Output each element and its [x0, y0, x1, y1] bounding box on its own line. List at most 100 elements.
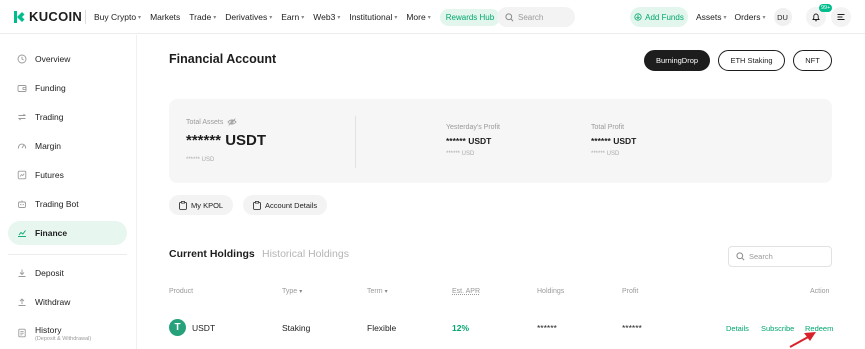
nav-orders[interactable]: Orders ▾ — [735, 12, 766, 22]
withdraw-icon — [17, 297, 27, 307]
account-details-button[interactable]: Account Details — [243, 195, 328, 215]
details-link[interactable]: Details — [726, 324, 749, 333]
kucoin-logo[interactable]: KUCOIN — [12, 9, 82, 24]
column-header-profit: Profit — [622, 288, 638, 295]
clipboard-icon — [179, 200, 187, 210]
nav-trade[interactable]: Trade ▾ — [189, 12, 216, 22]
nav-assets[interactable]: Assets ▾ — [696, 12, 727, 22]
history-icon — [17, 328, 27, 338]
row-coin: USDT — [192, 323, 216, 333]
account-nav: Assets ▾ Orders ▾ DU — [696, 0, 792, 34]
sidebar-item-overview[interactable]: Overview — [8, 47, 127, 71]
column-label: Type — [282, 288, 298, 295]
total-profit-value: ****** USDT — [591, 136, 637, 146]
nav-label: Web3 — [313, 12, 336, 22]
chevron-down-icon: ▾ — [269, 14, 273, 21]
sidebar-item-margin[interactable]: Margin — [8, 134, 127, 158]
burningdrop-button[interactable]: BurningDrop — [644, 50, 710, 71]
user-avatar[interactable]: DU — [773, 8, 792, 26]
row-apr: 12% — [452, 323, 470, 333]
sidebar-item-finance[interactable]: Finance — [8, 221, 127, 245]
search-icon — [736, 252, 745, 261]
sidebar-item-history[interactable]: History (Deposit & Withdrawal) — [8, 319, 127, 347]
my-kpol-button[interactable]: My KPOL — [169, 195, 234, 215]
sidebar-item-futures[interactable]: Futures — [8, 163, 127, 187]
column-label: Est. APR — [452, 288, 481, 295]
add-funds-button[interactable]: Add Funds — [630, 7, 688, 27]
nav-earn[interactable]: Earn ▾ — [281, 12, 304, 22]
sidebar-item-history-text: History (Deposit & Withdrawal) — [35, 325, 91, 342]
total-assets-label: Total Assets — [186, 118, 224, 126]
chevron-down-icon: ▾ — [762, 14, 766, 21]
page-title: Financial Account — [169, 52, 277, 66]
gauge-icon — [17, 141, 27, 151]
nav-institutional[interactable]: Institutional ▾ — [349, 12, 397, 22]
annotation-arrow-icon — [789, 332, 816, 348]
column-header-type[interactable]: Type ▾ — [282, 288, 302, 295]
tab-current-holdings[interactable]: Current Holdings — [169, 248, 255, 260]
sidebar-item-trading[interactable]: Trading — [8, 105, 127, 129]
sidebar-item-deposit[interactable]: Deposit — [8, 261, 127, 285]
sidebar-item-label: Overview — [35, 54, 71, 64]
row-term: Flexible — [367, 323, 397, 333]
sidebar-item-label: Finance — [35, 228, 68, 238]
assets-summary-card — [169, 99, 832, 183]
column-header-product: Product — [169, 288, 193, 295]
search-placeholder: Search — [518, 12, 544, 22]
menu-button[interactable] — [831, 7, 851, 27]
sidebar-border — [136, 35, 137, 349]
sidebar-item-label: Funding — [35, 83, 66, 93]
column-header-action: Action — [810, 288, 829, 295]
finance-icon — [17, 228, 27, 238]
sidebar-item-funding[interactable]: Funding — [8, 76, 127, 100]
column-header-est-apr: Est. APR — [452, 288, 480, 295]
sidebar-item-trading-bot[interactable]: Trading Bot — [8, 192, 127, 216]
rewards-hub-button[interactable]: Rewards Hub — [439, 8, 501, 26]
sidebar-item-label: Deposit — [35, 268, 64, 278]
clock-icon — [17, 54, 27, 64]
sidebar-item-label: Trading — [35, 112, 64, 122]
column-header-holdings: Holdings — [537, 288, 564, 295]
sidebar-item-sublabel: (Deposit & Withdrawal) — [35, 335, 92, 342]
nft-button[interactable]: NFT — [793, 50, 832, 71]
hamburger-icon — [837, 14, 845, 20]
eth-staking-button[interactable]: ETH Staking — [718, 50, 785, 71]
chevron-down-icon: ▾ — [301, 14, 305, 21]
sort-dropdown-icon: ▾ — [299, 289, 303, 295]
total-profit-usd: ****** USD — [591, 151, 620, 157]
column-label: Profit — [622, 288, 639, 295]
sidebar-item-label: Margin — [35, 141, 61, 151]
total-profit-label: Total Profit — [591, 124, 625, 131]
total-assets-usd: ****** USD — [186, 157, 215, 163]
holdings-search-input[interactable]: Search — [728, 246, 832, 267]
sidebar: Overview Funding Trading Margin Futures … — [0, 35, 136, 349]
nav-label: Derivatives — [225, 12, 268, 22]
nav-web3[interactable]: Web3 ▾ — [313, 12, 340, 22]
tab-historical-holdings[interactable]: Historical Holdings — [262, 248, 349, 260]
sidebar-item-withdraw[interactable]: Withdraw — [8, 290, 127, 314]
nav-derivatives[interactable]: Derivatives ▾ — [225, 12, 272, 22]
global-search-input[interactable]: Search — [497, 7, 575, 27]
nav-label: More — [406, 12, 426, 22]
sidebar-item-label: Trading Bot — [35, 199, 79, 209]
nav-label: Assets — [696, 12, 722, 22]
futures-icon — [17, 170, 27, 180]
nav-more[interactable]: More ▾ — [406, 12, 430, 22]
column-label: Action — [810, 288, 830, 295]
nav-label: Trade — [189, 12, 212, 22]
kucoin-logo-icon — [14, 10, 25, 23]
bell-icon — [812, 13, 820, 22]
nav-separator — [85, 10, 86, 24]
card-divider — [355, 116, 356, 168]
nav-buy-crypto[interactable]: Buy Crypto ▾ — [94, 12, 141, 22]
account-details-label: Account Details — [265, 200, 318, 210]
main-nav-menu: Buy Crypto ▾ Markets Trade ▾ Derivatives ▾ … — [94, 0, 501, 34]
search-icon — [505, 12, 514, 21]
column-header-term[interactable]: Term ▾ — [367, 288, 388, 295]
my-kpol-label: My KPOL — [191, 200, 224, 210]
add-funds-icon — [634, 13, 642, 21]
eye-off-icon[interactable] — [227, 118, 238, 126]
column-label: Term — [367, 288, 383, 295]
nav-label: Earn — [281, 12, 300, 22]
nav-markets[interactable]: Markets — [150, 12, 180, 22]
